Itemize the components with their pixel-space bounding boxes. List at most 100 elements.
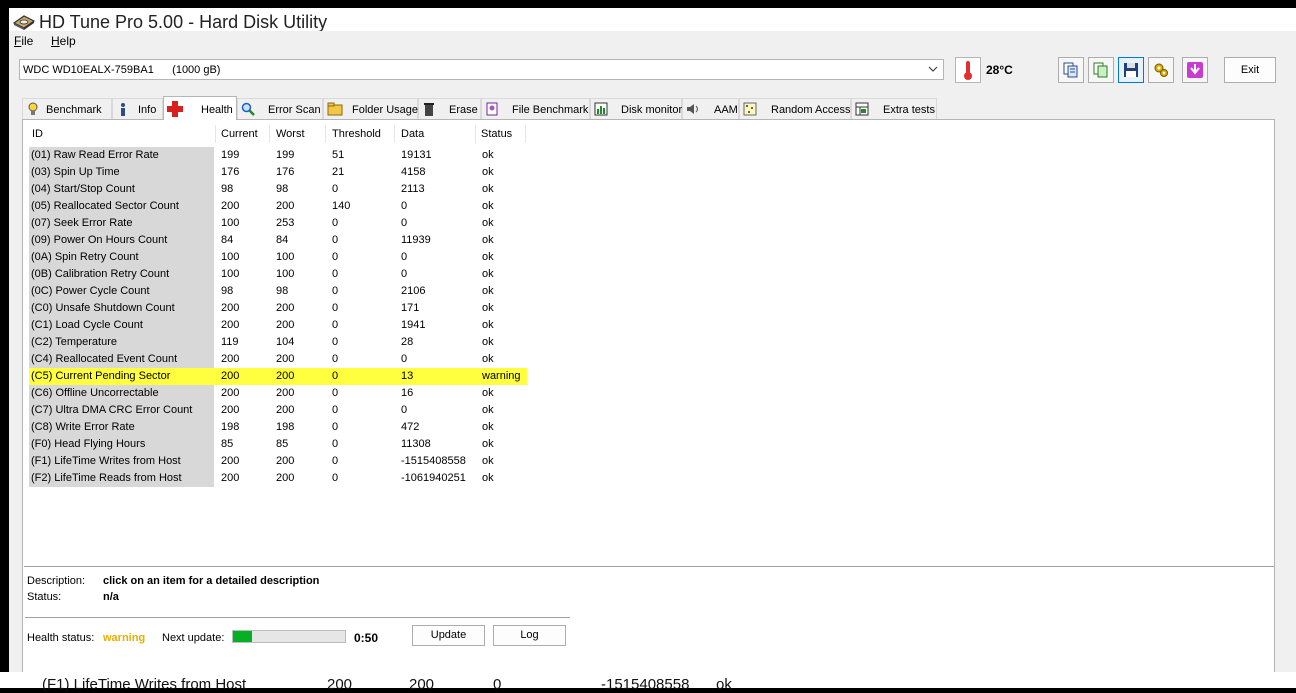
- attribute-status: ok: [482, 285, 494, 297]
- attribute-worst: 104: [276, 336, 295, 348]
- attribute-status: ok: [482, 268, 494, 280]
- attribute-worst: 200: [276, 404, 295, 416]
- attribute-id-cell: (F2) LifeTime Reads from Host: [29, 470, 214, 487]
- attribute-worst: 200: [276, 353, 295, 365]
- attribute-threshold: 0: [332, 421, 339, 433]
- table-row[interactable]: (C0) Unsafe Shutdown Count 200 200 0 171 ok: [29, 300, 527, 317]
- copy-info-button[interactable]: [1058, 57, 1084, 83]
- attribute-status: ok: [482, 217, 494, 229]
- save-button[interactable]: [1118, 57, 1144, 83]
- update-button[interactable]: Update: [412, 625, 485, 646]
- attribute-id: (01) Raw Read Error Rate: [31, 149, 159, 161]
- column-header-status[interactable]: Status: [481, 128, 512, 140]
- attribute-threshold: 0: [332, 370, 339, 382]
- table-row[interactable]: (C8) Write Error Rate 198 198 0 472 ok: [29, 419, 527, 436]
- tab-folder-usage[interactable]: Folder Usage: [323, 98, 418, 119]
- smart-attribute-list[interactable]: ID Current Worst Threshold Data Status (…: [24, 121, 1274, 567]
- table-row[interactable]: (09) Power On Hours Count 84 84 0 11939 ok: [29, 232, 527, 249]
- table-row[interactable]: (C5) Current Pending Sector 200 200 0 13 warn…: [29, 368, 527, 385]
- tab-error-scan[interactable]: Error Scan: [237, 98, 323, 119]
- attribute-current: 98: [221, 285, 234, 297]
- options-button[interactable]: [1148, 57, 1174, 83]
- tab-extra-tests[interactable]: Extra tests: [851, 98, 937, 119]
- table-row[interactable]: (F1) LifeTime Writes from Host 200 200 0 -15…: [29, 453, 527, 470]
- table-row[interactable]: (0B) Calibration Retry Count 100 100 0 0 ok: [29, 266, 527, 283]
- table-row[interactable]: (C4) Reallocated Event Count 200 200 0 0 ok: [29, 351, 527, 368]
- table-row[interactable]: (07) Seek Error Rate 100 253 0 0 ok: [29, 215, 527, 232]
- attribute-id: (C1) Load Cycle Count: [31, 319, 143, 331]
- attribute-current: 200: [221, 404, 240, 416]
- drive-select-value: WDC WD10EALX-759BA1 (1000 gB): [23, 64, 221, 76]
- attribute-id: (05) Reallocated Sector Count: [31, 200, 179, 212]
- table-row[interactable]: (05) Reallocated Sector Count 200 200 140 0 o…: [29, 198, 527, 215]
- attribute-id: (C6) Offline Uncorrectable: [31, 387, 159, 399]
- table-row[interactable]: (0A) Spin Retry Count 100 100 0 0 ok: [29, 249, 527, 266]
- attribute-id-cell: (C0) Unsafe Shutdown Count: [29, 300, 214, 317]
- tab-random-access[interactable]: Random Access: [739, 98, 851, 119]
- tab-info[interactable]: Info: [112, 98, 163, 119]
- attribute-worst: 176: [276, 166, 295, 178]
- attribute-id: (09) Power On Hours Count: [31, 234, 168, 246]
- attribute-threshold: 0: [332, 302, 339, 314]
- menu-file[interactable]: File: [14, 34, 33, 48]
- attribute-status: ok: [482, 472, 494, 484]
- tab-disk-monitor[interactable]: Disk monitor: [590, 98, 682, 119]
- menu-bar: File Help: [9, 31, 1296, 51]
- column-divider: [475, 125, 476, 143]
- attribute-id-cell: (C1) Load Cycle Count: [29, 317, 214, 334]
- attribute-data: 11939: [401, 234, 431, 246]
- attribute-status: ok: [482, 455, 494, 467]
- table-row[interactable]: (C7) Ultra DMA CRC Error Count 200 200 0 0 ok: [29, 402, 527, 419]
- attribute-threshold: 0: [332, 455, 339, 467]
- column-header-data[interactable]: Data: [401, 128, 424, 140]
- column-header-worst[interactable]: Worst: [276, 128, 305, 140]
- status-value: n/a: [103, 591, 119, 603]
- attribute-threshold: 0: [332, 251, 339, 263]
- minimize-to-tray-button[interactable]: [1182, 57, 1208, 83]
- tab-health[interactable]: Health: [163, 96, 237, 120]
- column-header-current[interactable]: Current: [221, 128, 258, 140]
- tab-aam[interactable]: AAM: [682, 98, 739, 119]
- attribute-data: 28: [401, 336, 414, 348]
- attribute-status: ok: [482, 336, 494, 348]
- table-row[interactable]: (03) Spin Up Time 176 176 21 4158 ok: [29, 164, 527, 181]
- attribute-status: ok: [482, 387, 494, 399]
- attribute-current: 199: [221, 149, 240, 161]
- attribute-id: (C7) Ultra DMA CRC Error Count: [31, 404, 193, 416]
- table-row[interactable]: (04) Start/Stop Count 98 98 0 2113 ok: [29, 181, 527, 198]
- drive-select[interactable]: WDC WD10EALX-759BA1 (1000 gB): [19, 59, 944, 80]
- column-header-threshold[interactable]: Threshold: [332, 128, 381, 140]
- attribute-threshold: 0: [332, 472, 339, 484]
- exit-button[interactable]: Exit: [1224, 57, 1276, 83]
- copy-icon: [1063, 62, 1078, 78]
- attribute-worst: 253: [276, 217, 295, 229]
- attribute-current: 200: [221, 370, 240, 382]
- attribute-id: (F1) LifeTime Writes from Host: [31, 455, 181, 467]
- attribute-threshold: 0: [332, 404, 339, 416]
- tab-erase[interactable]: Erase: [418, 98, 481, 119]
- attribute-id-cell: (F0) Head Flying Hours: [29, 436, 214, 453]
- menu-help[interactable]: Help: [51, 34, 76, 48]
- tab-benchmark[interactable]: Benchmark: [22, 98, 112, 119]
- table-row[interactable]: (F0) Head Flying Hours 85 85 0 11308 ok: [29, 436, 527, 453]
- table-row[interactable]: (01) Raw Read Error Rate 199 199 51 19131 ok: [29, 147, 527, 164]
- disk-monitor-icon: [594, 102, 608, 116]
- attribute-current: 198: [221, 421, 240, 433]
- next-update-countdown: 0:50: [354, 631, 379, 645]
- table-row[interactable]: (0C) Power Cycle Count 98 98 0 2106 ok: [29, 283, 527, 300]
- table-row[interactable]: (C6) Offline Uncorrectable 200 200 0 16 ok: [29, 385, 527, 402]
- attribute-data: 2106: [401, 285, 426, 297]
- table-row[interactable]: (C2) Temperature 119 104 0 28 ok: [29, 334, 527, 351]
- background-window-edge: [1287, 35, 1296, 688]
- copy-screenshot-button[interactable]: [1088, 57, 1114, 83]
- attribute-worst: 199: [276, 149, 295, 161]
- log-button[interactable]: Log: [493, 625, 566, 646]
- attribute-data: 0: [401, 251, 408, 263]
- tab-file-benchmark[interactable]: File Benchmark: [481, 98, 590, 119]
- table-row[interactable]: (C1) Load Cycle Count 200 200 0 1941 ok: [29, 317, 527, 334]
- attribute-worst: 200: [276, 455, 295, 467]
- table-row[interactable]: (F2) LifeTime Reads from Host 200 200 0 -106…: [29, 470, 527, 487]
- temperature-indicator: [955, 57, 981, 83]
- attribute-id-cell: (03) Spin Up Time: [29, 164, 214, 181]
- column-header-id[interactable]: ID: [32, 128, 43, 140]
